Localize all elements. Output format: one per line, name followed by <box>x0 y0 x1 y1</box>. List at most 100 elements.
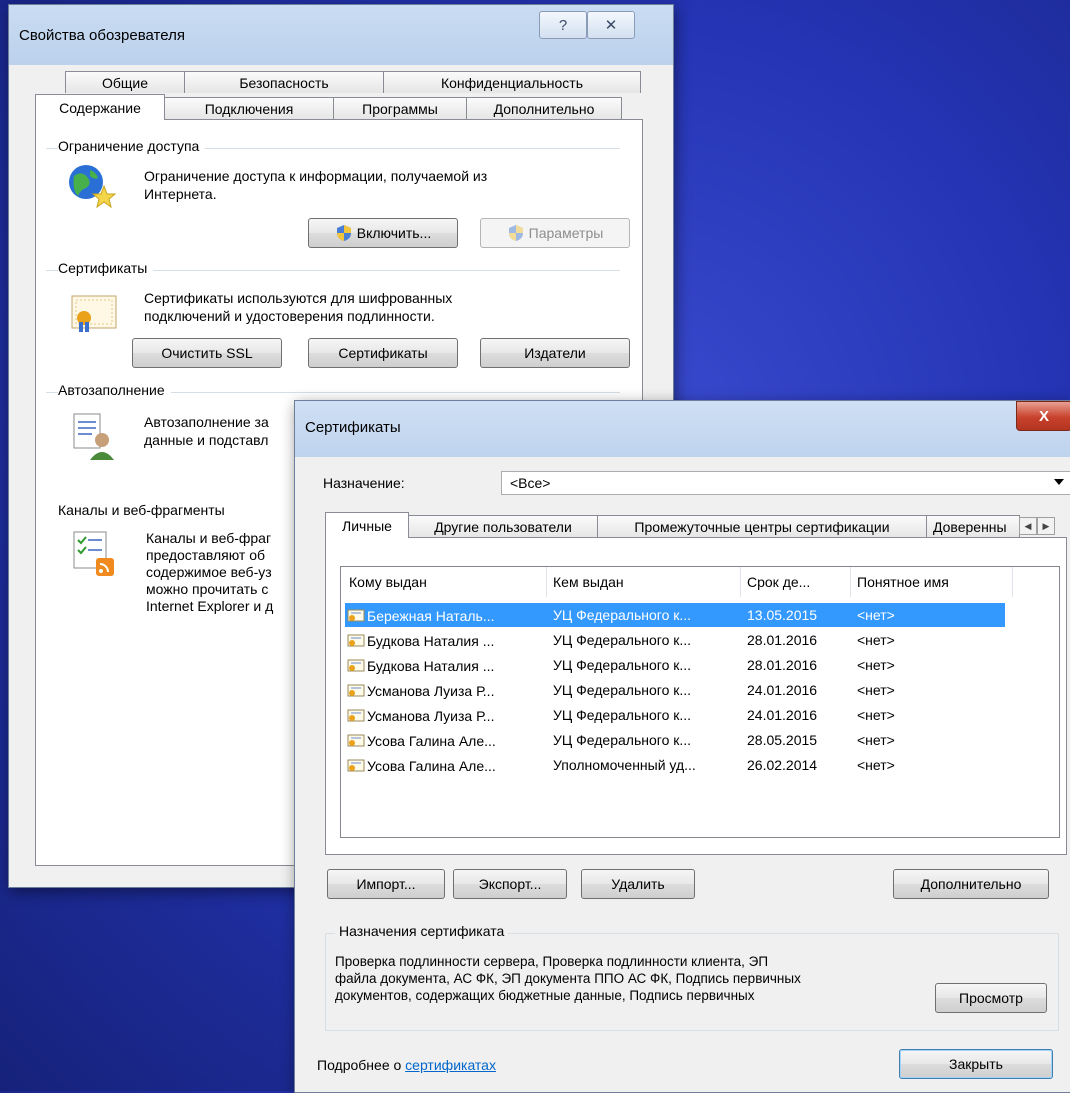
access-desc-line1: Ограничение доступа к информации, получа… <box>144 168 488 184</box>
tab-intermediate-ca[interactable]: Промежуточные центры сертификации <box>597 515 927 537</box>
certificates-button[interactable]: Сертификаты <box>308 338 458 368</box>
cell-text: УЦ Федерального к... <box>553 607 692 623</box>
table-row[interactable]: Усова Галина Але... УЦ Федерального к... 2… <box>345 728 1005 752</box>
cell-text: УЦ Федерального к... <box>553 632 692 648</box>
certificate-icon <box>347 634 365 646</box>
tab-general[interactable]: Общие <box>65 71 185 93</box>
cell-text: <нет> <box>857 657 895 673</box>
close-dialog-button[interactable]: Закрыть <box>899 1049 1053 1079</box>
cell-text: 28.01.2016 <box>747 632 818 648</box>
cell-name: <нет> <box>855 732 1005 748</box>
cell-text: УЦ Федерального к... <box>553 732 692 748</box>
tab-advanced[interactable]: Дополнительно <box>466 97 622 119</box>
tab-other-people[interactable]: Другие пользователи <box>408 515 598 537</box>
purpose-select[interactable]: <Все> <box>501 471 1070 495</box>
cell-text: 26.02.2014 <box>747 757 818 773</box>
export-button[interactable]: Экспорт... <box>453 869 567 899</box>
import-button[interactable]: Импорт... <box>327 869 445 899</box>
feeds-group-label: Каналы и веб-фрагменты <box>58 502 231 518</box>
feeds-desc-line1: Каналы и веб-фраг <box>146 530 272 546</box>
cell-exp: 26.02.2014 <box>745 757 855 773</box>
dialog-close-button[interactable]: X <box>1016 401 1070 431</box>
table-row[interactable]: Усманова Луиза Р... УЦ Федерального к... 2… <box>345 678 1005 702</box>
access-desc-line2: Интернета. <box>144 186 217 202</box>
feeds-desc-line4: можно прочитать с <box>146 581 269 597</box>
col-expiration[interactable]: Срок де... <box>741 567 851 597</box>
tab-security[interactable]: Безопасность <box>184 71 384 93</box>
certificate-icon <box>347 759 365 771</box>
params-button[interactable]: Параметры <box>480 218 630 248</box>
globe-star-icon <box>69 165 116 209</box>
tabs-scroll-right-button[interactable]: ▶ <box>1037 517 1055 535</box>
delete-button[interactable]: Удалить <box>581 869 695 899</box>
tab-personal[interactable]: Личные <box>325 512 409 538</box>
cell-text: <нет> <box>857 607 895 623</box>
tab-privacy[interactable]: Конфиденциальность <box>383 71 641 93</box>
cell-exp: 13.05.2015 <box>745 607 855 623</box>
tab-connections[interactable]: Подключения <box>164 97 334 119</box>
cell-exp: 24.01.2016 <box>745 682 855 698</box>
cell-text: Уполномоченный уд... <box>553 757 696 773</box>
certificates-link[interactable]: сертификатах <box>405 1057 496 1073</box>
autofill-desc-line1: Автозаполнение за <box>144 414 269 430</box>
autofill-desc-line2: данные и подставл <box>144 432 269 448</box>
certificate-icon <box>71 295 117 332</box>
publishers-button[interactable]: Издатели <box>480 338 630 368</box>
col-issued-to[interactable]: Кому выдан <box>341 567 547 597</box>
chevron-down-icon <box>1054 479 1064 485</box>
cell-text: УЦ Федерального к... <box>553 707 692 723</box>
cell-by: УЦ Федерального к... <box>551 607 745 623</box>
tabs-row-1: Общие Безопасность Конфиденциальность <box>65 71 641 93</box>
autofill-icon <box>73 413 114 460</box>
cell-text: <нет> <box>857 757 895 773</box>
table-row[interactable]: Бережная Наталь... УЦ Федерального к... 13… <box>345 603 1005 627</box>
certificate-icon <box>347 659 365 671</box>
certificates-dialog: Сертификаты X Назначение: <Все> Личные Д… <box>294 400 1070 1093</box>
certificate-list[interactable]: Кому выдан Кем выдан Срок де... Понятное… <box>340 566 1060 838</box>
shield-icon <box>508 225 523 241</box>
chevron-right-icon: ▶ <box>1042 520 1050 531</box>
personal-tab-pane: Кому выдан Кем выдан Срок де... Понятное… <box>325 537 1067 855</box>
certs-group-label: Сертификаты <box>58 260 154 276</box>
enable-button[interactable]: Включить... <box>308 218 458 248</box>
advanced-button[interactable]: Дополнительно <box>893 869 1049 899</box>
certificates-dialog-title: Сертификаты <box>305 419 401 436</box>
purpose-value: <Все> <box>510 475 551 491</box>
table-row[interactable]: Усманова Луиза Р... УЦ Федерального к... 2… <box>345 703 1005 727</box>
view-button[interactable]: Просмотр <box>935 983 1047 1013</box>
cell-exp: 28.01.2016 <box>745 657 855 673</box>
cell-text: <нет> <box>857 632 895 648</box>
cell-text: 13.05.2015 <box>747 607 818 623</box>
cell-text: <нет> <box>857 707 895 723</box>
table-row[interactable]: Усова Галина Але... Уполномоченный уд... 2… <box>345 753 1005 777</box>
table-row[interactable]: Будкова Наталия ... УЦ Федерального к... 2… <box>345 628 1005 652</box>
close-button[interactable]: ✕ <box>587 11 635 39</box>
cell-text: 24.01.2016 <box>747 707 818 723</box>
cell-name: <нет> <box>855 632 1005 648</box>
help-icon: ? <box>558 16 568 34</box>
tab-trusted[interactable]: Доверенны <box>926 515 1020 537</box>
feeds-desc-line5: Internet Explorer и д <box>146 598 274 614</box>
cell-name: <нет> <box>855 682 1005 698</box>
cell-text: 28.01.2016 <box>747 657 818 673</box>
tab-content[interactable]: Содержание <box>35 94 165 120</box>
help-button[interactable]: ? <box>539 11 587 39</box>
cell-by: УЦ Федерального к... <box>551 732 745 748</box>
tabs-scroll-left-button[interactable]: ◀ <box>1019 517 1037 535</box>
list-header: Кому выдан Кем выдан Срок де... Понятное… <box>341 567 1013 597</box>
cell-text: Усманова Луиза Р... <box>367 682 495 699</box>
cell-exp: 28.05.2015 <box>745 732 855 748</box>
cell-to: Бережная Наталь... <box>345 607 551 624</box>
cell-text: <нет> <box>857 682 895 698</box>
purpose-label: Назначение: <box>323 475 405 491</box>
cell-by: УЦ Федерального к... <box>551 632 745 648</box>
col-friendly-name[interactable]: Понятное имя <box>851 567 1013 597</box>
cell-text: Усова Галина Але... <box>367 732 496 749</box>
feeds-desc-line2: предоставляют об <box>146 547 266 563</box>
table-row[interactable]: Будкова Наталия ... УЦ Федерального к... 2… <box>345 653 1005 677</box>
clear-ssl-button[interactable]: Очистить SSL <box>132 338 282 368</box>
tab-programs[interactable]: Программы <box>333 97 467 119</box>
col-issued-by[interactable]: Кем выдан <box>547 567 741 597</box>
cell-to: Усова Галина Але... <box>345 732 551 749</box>
cell-by: УЦ Федерального к... <box>551 682 745 698</box>
